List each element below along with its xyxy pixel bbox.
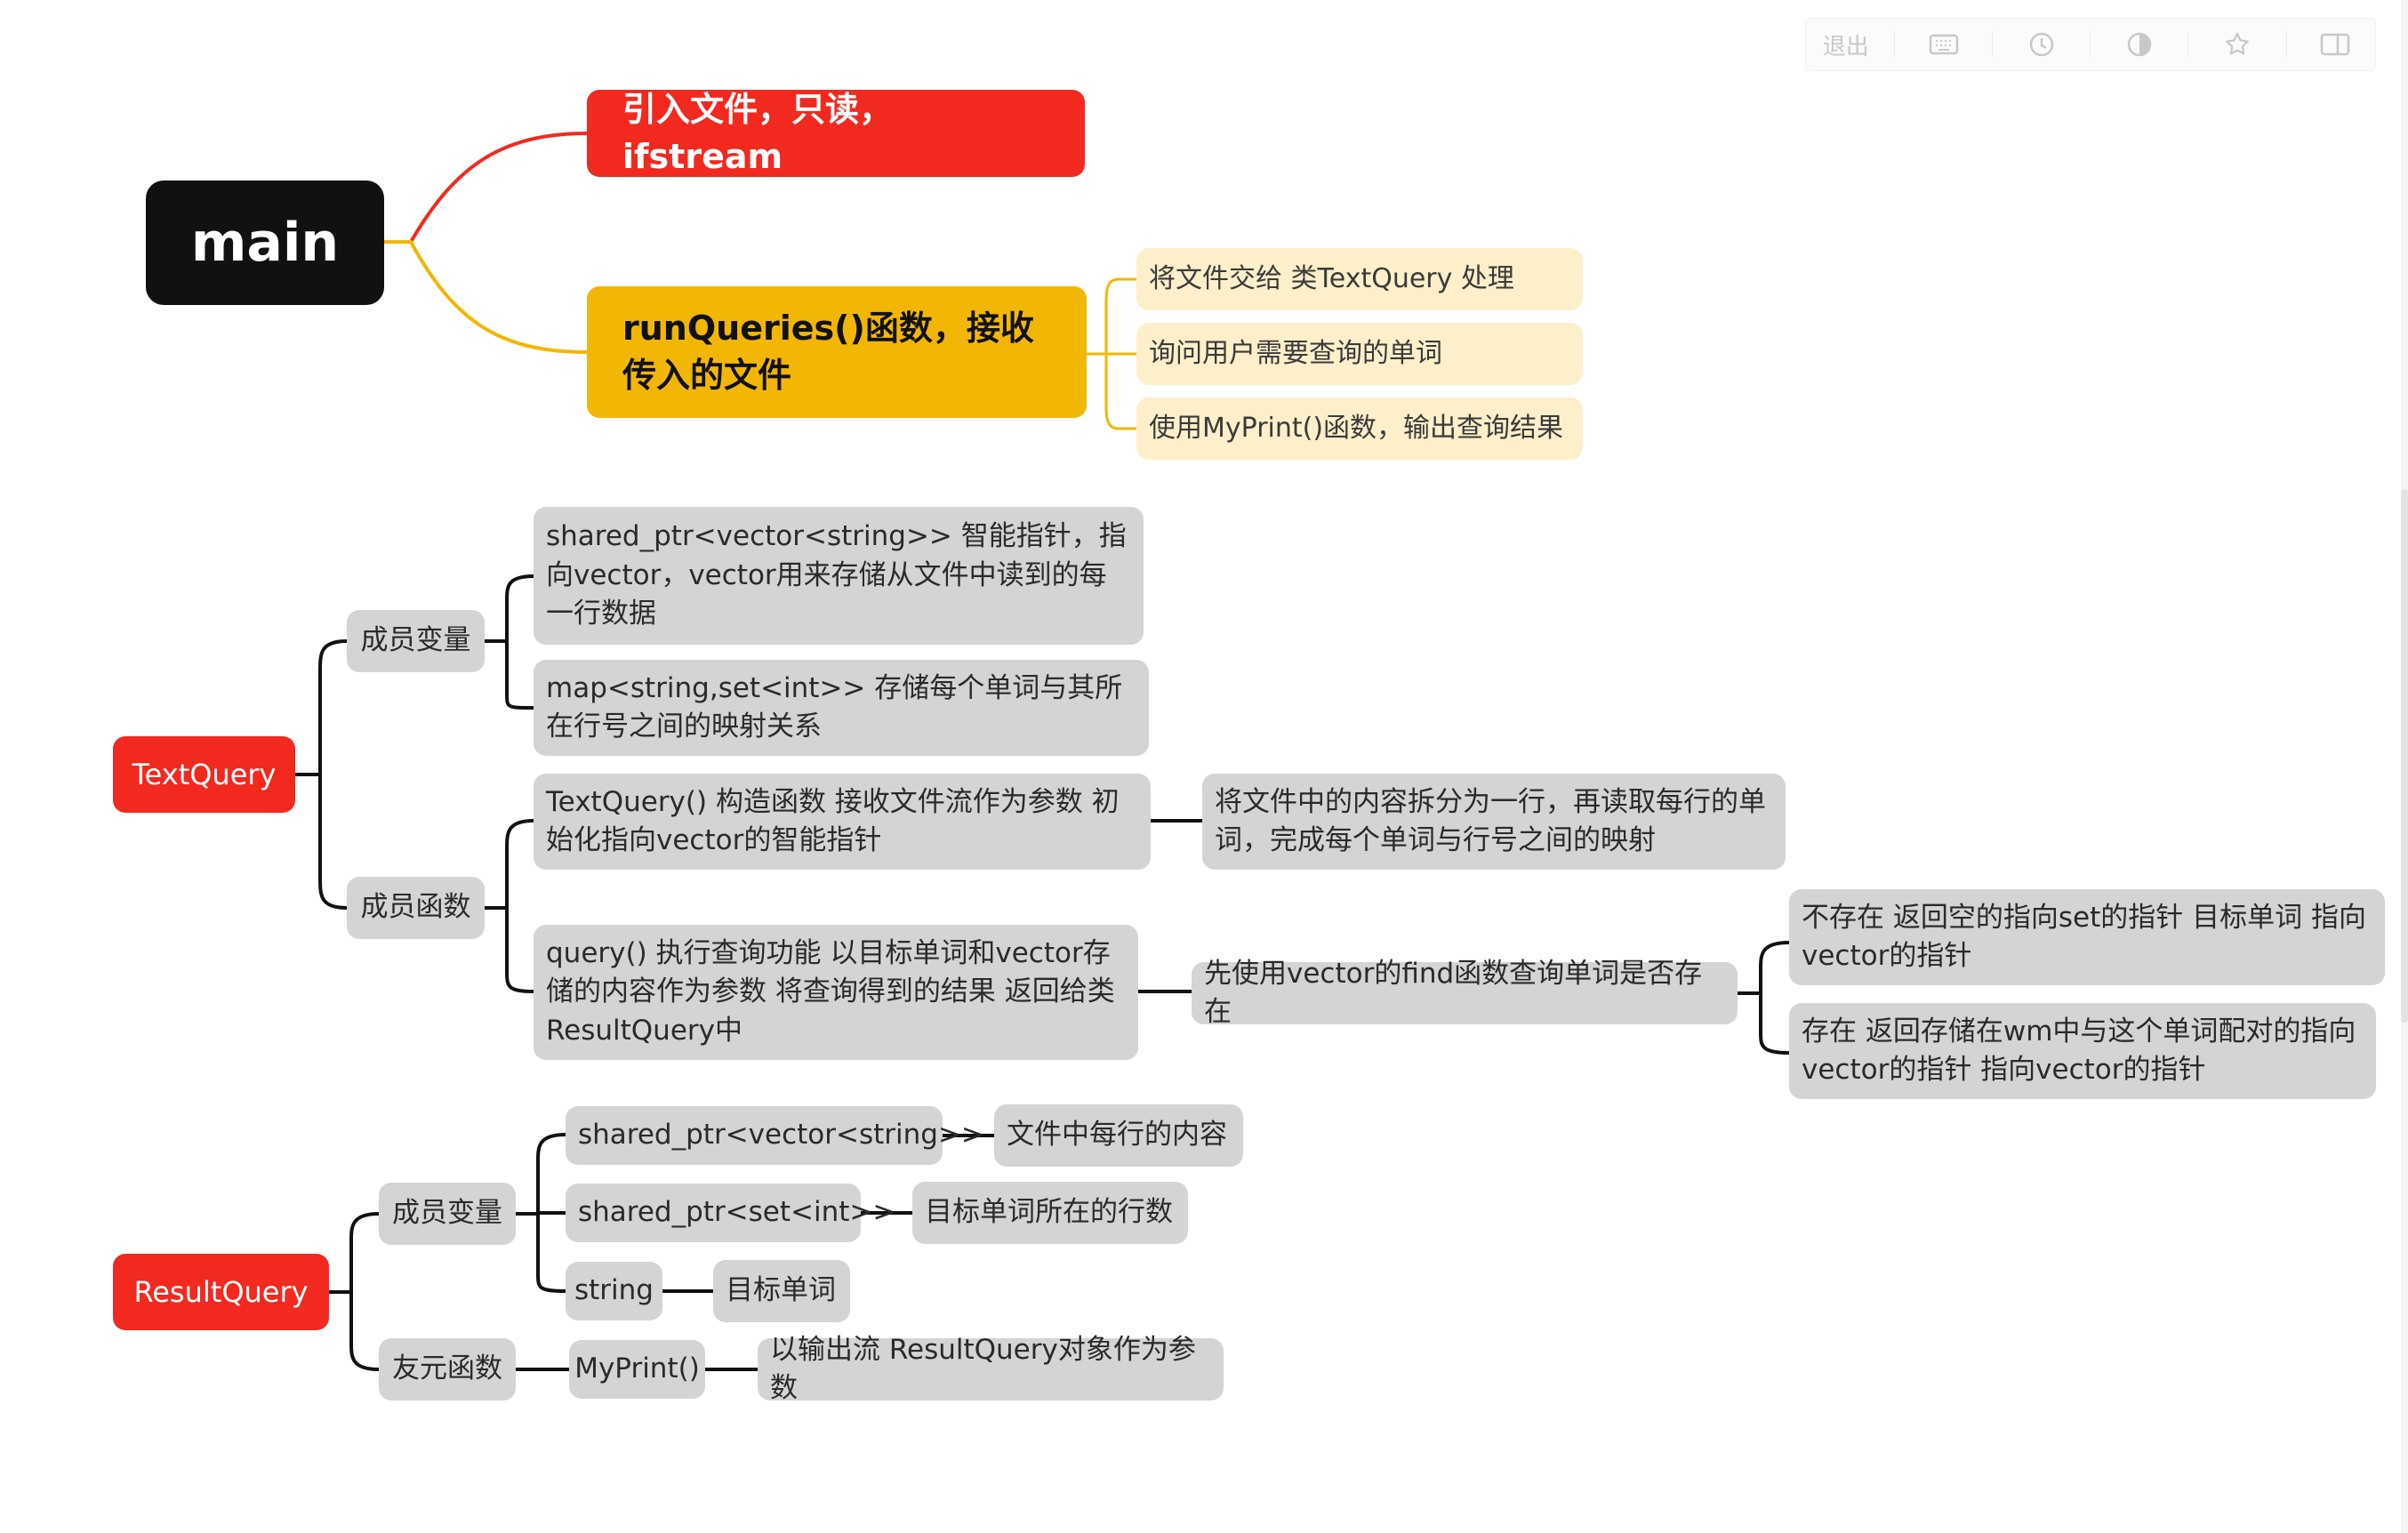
rq-sp-vec-label: shared_ptr<vector<string>> (578, 1119, 984, 1152)
tq-query-node[interactable]: query() 执行查询功能 以目标单词和vector存储的内容作为参数 将查询… (534, 925, 1138, 1060)
rq-sp-vec-desc-node[interactable]: 文件中每行的内容 (994, 1104, 1243, 1167)
toolbar-divider (1992, 31, 1994, 58)
resultquery-node[interactable]: ResultQuery (113, 1254, 329, 1330)
tq-query-find-label: 先使用vector的find函数查询单词是否存在 (1204, 957, 1703, 1028)
rq-pass-file-label: 将文件交给 类TextQuery 处理 (1149, 263, 1514, 294)
rq-string-node[interactable]: string (566, 1262, 662, 1320)
toolbar-divider (1894, 31, 1896, 58)
rq-pass-file-node[interactable]: 将文件交给 类TextQuery 处理 (1136, 248, 1583, 310)
tq-members-node[interactable]: 成员变量 (347, 610, 485, 672)
rq-members-label: 成员变量 (392, 1197, 502, 1230)
tq-not-exist-label: 不存在 返回空的指向set的指针 目标单词 指向vector的指针 (1802, 901, 2366, 972)
tq-exist-node[interactable]: 存在 返回存储在wm中与这个单词配对的指向vector的指针 指向vector的… (1789, 1003, 2376, 1099)
rq-myprint-node[interactable]: MyPrint() (569, 1340, 705, 1399)
mindmap-canvas: main 引入文件，只读，ifstream runQueries()函数，接收传… (0, 0, 2408, 1533)
rq-sp-set-node[interactable]: shared_ptr<set<int>> (566, 1184, 895, 1242)
textquery-label: TextQuery (132, 757, 277, 791)
tq-query-find-node[interactable]: 先使用vector的find函数查询单词是否存在 (1192, 958, 1738, 1028)
import-file-label: 引入文件，只读，ifstream (622, 89, 894, 176)
rq-string-label: string (574, 1274, 654, 1307)
tq-exist-label: 存在 返回存储在wm中与这个单词配对的指向vector的指针 指向vector的… (1802, 1015, 2356, 1086)
toolbar-divider (2187, 31, 2189, 58)
rq-friend-node[interactable]: 友元函数 (379, 1338, 516, 1401)
tq-ctor-detail-label: 将文件中的内容拆分为一行，再读取每行的单词，完成每个单词与行号之间的映射 (1215, 785, 1766, 856)
main-node-label: main (190, 212, 340, 274)
history-icon[interactable] (2011, 22, 2073, 67)
textquery-node[interactable]: TextQuery (113, 736, 295, 813)
star-icon[interactable] (2206, 22, 2268, 67)
rq-ask-word-node[interactable]: 询问用户需要查询的单词 (1136, 323, 1583, 385)
rq-use-print-node[interactable]: 使用MyPrint()函数，输出查询结果 (1136, 397, 1583, 460)
tq-map-node[interactable]: map<string,set<int>> 存储每个单词与其所在行号之间的映射关系 (534, 660, 1149, 756)
run-queries-label: runQueries()函数，接收传入的文件 (622, 308, 1034, 395)
toolbar-divider (2285, 31, 2287, 58)
tq-map-label: map<string,set<int>> 存储每个单词与其所在行号之间的映射关系 (546, 671, 1123, 742)
tq-members-label: 成员变量 (360, 624, 471, 657)
rq-myprint-desc-label: 以输出流 ResultQuery对象作为参数 (770, 1333, 1196, 1404)
rq-string-desc-label: 目标单词 (726, 1274, 836, 1307)
tq-functions-label: 成员函数 (360, 891, 471, 924)
rq-myprint-label: MyPrint() (574, 1352, 700, 1385)
panel-icon[interactable] (2304, 22, 2366, 67)
theme-contrast-icon[interactable] (2108, 22, 2171, 67)
tq-shared-ptr-label: shared_ptr<vector<string>> 智能指针，指向vector… (546, 520, 1127, 630)
rq-use-print-label: 使用MyPrint()函数，输出查询结果 (1149, 413, 1564, 444)
rq-sp-set-desc-node[interactable]: 目标单词所在的行数 (912, 1182, 1188, 1244)
tq-functions-node[interactable]: 成员函数 (347, 877, 485, 939)
tq-query-label: query() 执行查询功能 以目标单词和vector存储的内容作为参数 将查询… (546, 936, 1115, 1047)
rq-sp-vec-node[interactable]: shared_ptr<vector<string>> (566, 1106, 984, 1165)
rq-sp-vec-desc-label: 文件中每行的内容 (1007, 1119, 1227, 1152)
rq-friend-label: 友元函数 (392, 1352, 502, 1385)
toolbar-divider (2090, 31, 2091, 58)
resultquery-label: ResultQuery (133, 1274, 309, 1309)
rq-myprint-desc-node[interactable]: 以输出流 ResultQuery对象作为参数 (758, 1334, 1224, 1404)
rq-sp-set-label: shared_ptr<set<int>> (578, 1196, 896, 1229)
tq-not-exist-node[interactable]: 不存在 返回空的指向set的指针 目标单词 指向vector的指针 (1789, 889, 2385, 985)
exit-button[interactable]: 退出 (1815, 22, 1877, 67)
tq-ctor-node[interactable]: TextQuery() 构造函数 接收文件流作为参数 初始化指向vector的智… (534, 774, 1151, 870)
scrollbar-thumb[interactable] (2401, 489, 2408, 1023)
tq-ctor-detail-node[interactable]: 将文件中的内容拆分为一行，再读取每行的单词，完成每个单词与行号之间的映射 (1202, 774, 1786, 870)
keyboard-icon[interactable] (1913, 22, 1975, 67)
tq-shared-ptr-node[interactable]: shared_ptr<vector<string>> 智能指针，指向vector… (534, 507, 1144, 645)
import-file-node[interactable]: 引入文件，只读，ifstream (587, 90, 1085, 177)
top-toolbar: 退出 (1805, 18, 2376, 71)
rq-members-node[interactable]: 成员变量 (379, 1183, 516, 1245)
rq-string-desc-node[interactable]: 目标单词 (713, 1260, 850, 1322)
exit-label: 退出 (1822, 33, 1869, 60)
run-queries-node[interactable]: runQueries()函数，接收传入的文件 (587, 286, 1087, 418)
vertical-scrollbar[interactable] (2401, 0, 2408, 1533)
main-node[interactable]: main (146, 181, 384, 305)
tq-ctor-label: TextQuery() 构造函数 接收文件流作为参数 初始化指向vector的智… (546, 785, 1120, 856)
rq-ask-word-label: 询问用户需要查询的单词 (1149, 338, 1442, 369)
rq-sp-set-desc-label: 目标单词所在的行数 (925, 1196, 1173, 1229)
